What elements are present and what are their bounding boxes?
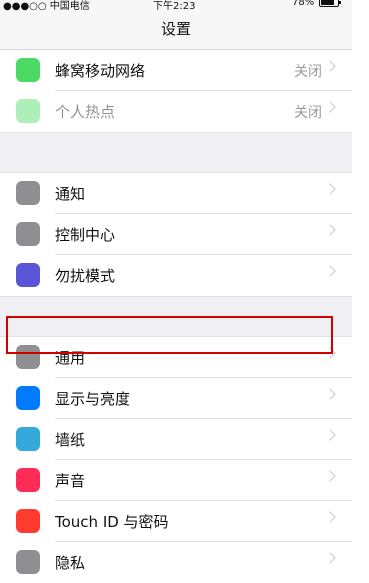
settings-row-label: 声音 [55,472,86,490]
settings-row-value: 关闭 [294,63,322,80]
nav-bar: 设置 [0,10,352,50]
speaker-icon [16,468,40,492]
chevron-right-icon [324,265,336,277]
chevron-right-icon [324,552,336,564]
wallpaper-icon [16,427,40,451]
settings-row[interactable]: 控制中心 [0,214,352,255]
chevron-right-icon [324,224,336,236]
highlight-box [6,316,333,354]
hand-icon [16,550,40,574]
fingerprint-icon [16,509,40,533]
moon-icon [16,263,40,287]
settings-row[interactable]: 蜂窝移动网络 关闭 [0,50,352,91]
status-bar: ●●●○○ 中国电信 下午2:23 78% [0,0,352,12]
settings-row-label: 墙纸 [55,431,86,449]
hotspot-icon [16,99,40,123]
settings-screen: ●●●○○ 中国电信 下午2:23 78% 设置 蜂窝移动网络 关闭 个人热点 关闭通… [0,0,352,583]
settings-row[interactable]: 个人热点 关闭 [0,91,352,132]
settings-row-label: 蜂窝移动网络 [55,62,146,80]
control-center-icon [16,222,40,246]
chevron-right-icon [324,183,336,195]
battery-icon [319,0,341,7]
chevron-right-icon [324,470,336,482]
page-title: 设置 [160,20,191,38]
settings-row-label: 控制中心 [55,226,116,244]
chevron-right-icon [324,101,336,113]
antenna-icon [16,58,40,82]
settings-row-label: 显示与亮度 [55,390,131,408]
settings-row[interactable]: 隐私 [0,542,352,583]
chevron-right-icon [324,388,336,400]
settings-row-label: 通知 [55,185,86,203]
settings-row-value: 关闭 [294,104,322,121]
settings-row[interactable]: 通知 [0,173,352,214]
screen-margin [352,0,369,550]
settings-row[interactable]: 显示与亮度 [0,378,352,419]
status-time: 下午2:23 [153,1,196,12]
section-gap [0,132,352,173]
chevron-right-icon [324,429,336,441]
chevron-right-icon [324,511,336,523]
battery-percentage: 78% [292,0,315,8]
settings-row-label: 勿扰模式 [55,267,116,285]
settings-row[interactable]: 声音 [0,460,352,501]
settings-row[interactable]: 墙纸 [0,419,352,460]
settings-row[interactable]: 勿扰模式 [0,255,352,296]
settings-row-label: 隐私 [55,554,86,572]
settings-row-label: Touch ID 与密码 [55,513,169,531]
settings-row[interactable]: Touch ID 与密码 [0,501,352,542]
display-brightness-icon [16,386,40,410]
notifications-icon [16,181,40,205]
settings-row-label: 个人热点 [55,103,116,121]
settings-group: 蜂窝移动网络 关闭 个人热点 关闭 [0,50,352,132]
carrier-signal: ●●●○○ 中国电信 [3,1,90,12]
chevron-right-icon [324,60,336,72]
settings-group: 通知控制中心勿扰模式 [0,173,352,296]
settings-group: 通用 显示与亮度 墙纸 声音 Touch ID 与密码 隐私 [0,337,352,583]
